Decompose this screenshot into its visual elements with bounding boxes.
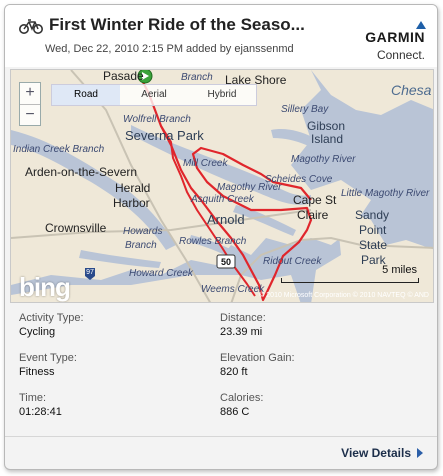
view-details-link[interactable]: View Details [341, 446, 423, 460]
map-label-indian-creek: Indian Creek Branch [13, 144, 105, 155]
map-label-harbor: Harbor [113, 196, 150, 210]
map-label-little-magothy: Little Magothy River [341, 188, 430, 199]
map-copyright: © 2010 Microsoft Corporation © 2010 NAVT… [259, 292, 429, 299]
stat-value: 820 ft [220, 366, 248, 378]
route-97-shield: 97 [86, 269, 94, 276]
stat-value: 886 C [220, 406, 250, 418]
stat-label: Time: [19, 392, 47, 404]
map-type-hybrid[interactable]: Hybrid [188, 85, 256, 105]
map-label-howards-branch: Branch [125, 240, 157, 251]
map-label-claire: Claire [297, 208, 329, 222]
map-scale-label: 5 miles [382, 264, 417, 276]
map-label-crownsville: Crownsville [45, 221, 107, 235]
stat-value: Cycling [19, 326, 56, 338]
map-label-chesapeake: Chesa [391, 82, 432, 98]
activity-subtitle: Wed, Dec 22, 2010 2:15 PM added by ejans… [45, 43, 294, 55]
map-label-sillery-bay: Sillery Bay [281, 104, 329, 115]
map-label-sandy: Sandy [355, 208, 390, 222]
stat-label: Calories: [220, 392, 264, 404]
view-details-label: View Details [341, 446, 411, 460]
map-label-gibson: Gibson [307, 119, 346, 133]
stat-label: Distance: [220, 312, 266, 324]
map-label-ridout-creek: Ridout Creek [263, 256, 322, 267]
arrow-right-icon [417, 448, 423, 458]
map-label-howard-creek: Howard Creek [129, 268, 193, 279]
stat-value: 01:28:41 [19, 406, 62, 418]
map-label-herald: Herald [115, 181, 151, 195]
activity-widget: First Winter Ride of the Seaso... Wed, D… [4, 4, 438, 470]
map-label-arnold: Arnold [207, 212, 245, 227]
zoom-control: + − [19, 82, 41, 126]
bing-logo[interactable]: bing [19, 272, 71, 302]
map-label-howards: Howards [123, 226, 163, 237]
map-label-pasadena: Pasade [103, 69, 144, 83]
map-label-severna-park: Severna Park [125, 128, 204, 143]
map-scale-bar [281, 278, 419, 283]
stat-time: Time: 01:28:41 [19, 392, 209, 418]
map-label-branch: Branch [181, 72, 213, 83]
garmin-connect-logo[interactable]: GARMIN Connect. [345, 21, 426, 62]
garmin-connect-label: Connect. [376, 48, 425, 62]
map-label-asquith-creek: Asquith Creek [191, 194, 254, 205]
map-label-wolfrell-branch: Wolfrell Branch [123, 114, 191, 125]
map-label-state: State [359, 238, 388, 252]
stat-distance: Distance: 23.39 mi [220, 312, 410, 338]
garmin-brand: GARMIN [365, 29, 425, 45]
map-type-aerial[interactable]: Aerial [120, 85, 188, 105]
stat-label: Event Type: [19, 352, 77, 364]
stat-value: 23.39 mi [220, 326, 263, 338]
map-label-point: Point [359, 223, 387, 237]
stat-event-type: Event Type: Fitness [19, 352, 209, 378]
map-type-road[interactable]: Road [52, 85, 120, 105]
map-label-magothy-river: Magothy River [291, 154, 356, 165]
garmin-triangle-icon [416, 21, 426, 29]
map-label-mill-creek: Mill Creek [183, 158, 228, 169]
footer-divider [5, 436, 437, 437]
widget-header: First Winter Ride of the Seaso... Wed, D… [5, 5, 437, 67]
map-label-arden: Arden-on-the-Severn [25, 165, 138, 179]
zoom-out-button[interactable]: − [20, 104, 40, 125]
map-type-selector: Road Aerial Hybrid [51, 84, 257, 106]
stat-value: Fitness [19, 366, 55, 378]
route-50-shield: 50 [220, 257, 231, 267]
stat-calories: Calories: 886 C [220, 392, 410, 418]
map-label-island: Island [311, 132, 344, 146]
stat-activity-type: Activity Type: Cycling [19, 312, 209, 338]
map-label-weems-creek: Weems Creek [201, 284, 265, 295]
map-label-scheides-cove: Scheides Cove [265, 174, 333, 185]
stat-elevation-gain: Elevation Gain: 820 ft [220, 352, 410, 378]
stat-label: Elevation Gain: [220, 352, 295, 364]
activity-title[interactable]: First Winter Ride of the Seaso... [49, 15, 305, 35]
route-map[interactable]: Pasade Lake Shore Chesa Branch Sillery B… [10, 69, 434, 303]
map-label-cape-st: Cape St [293, 193, 337, 207]
zoom-in-button[interactable]: + [20, 83, 40, 104]
map-label-rowles-branch: Rowles Branch [179, 236, 247, 247]
stat-label: Activity Type: [19, 312, 84, 324]
bicycle-icon [19, 19, 43, 34]
